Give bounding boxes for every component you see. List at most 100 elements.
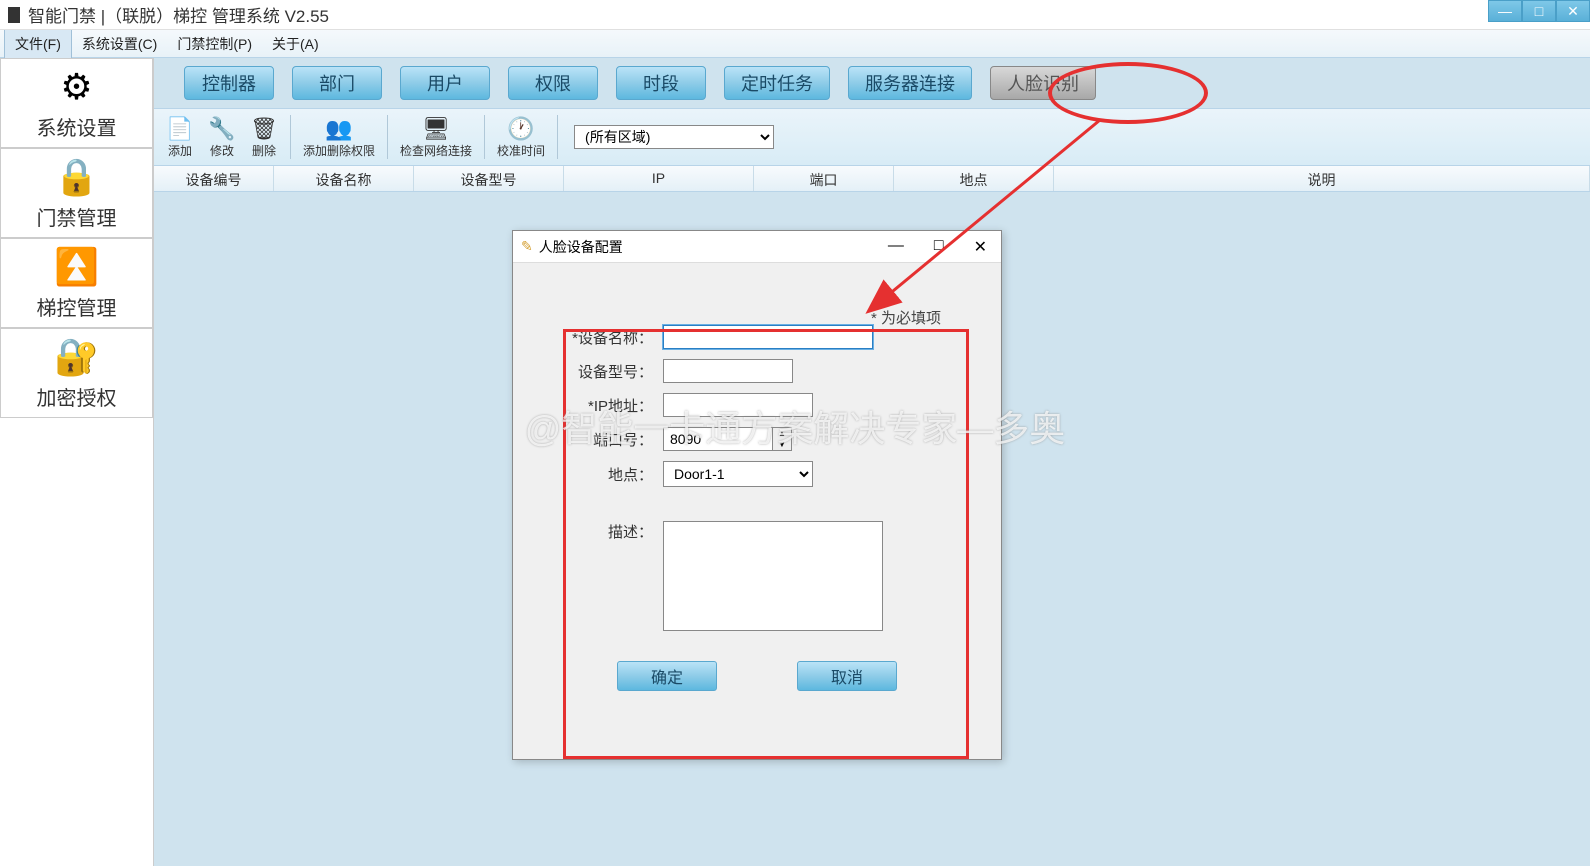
- app-icon: [8, 7, 20, 23]
- col-device-no[interactable]: 设备编号: [154, 166, 274, 191]
- sidebar-label: 门禁管理: [37, 202, 117, 231]
- delete-icon: 🗑: [250, 116, 278, 142]
- dialog-body: * 为必填项 *设备名称： 设备型号： *IP地址： 端口号： ▲ ▼: [513, 263, 1001, 711]
- toolbar: 📄 添加 🔧 修改 🗑 删除 👥 添加删除权限 🖥 检查网络连接: [154, 108, 1590, 166]
- window-controls: — □ ✕: [1488, 0, 1590, 22]
- monitor-icon: 🖥: [422, 116, 450, 142]
- input-device-model[interactable]: [663, 359, 793, 383]
- tab-scheduled[interactable]: 定时任务: [724, 66, 830, 100]
- menu-access-control[interactable]: 门禁控制(P): [167, 30, 262, 58]
- clock-icon: 🕐: [507, 116, 534, 142]
- tool-label: 添加: [168, 142, 192, 159]
- dialog-window-controls: — □ ✕: [882, 237, 993, 257]
- menu-about[interactable]: 关于(A): [262, 30, 329, 58]
- tool-check-net[interactable]: 🖥 检查网络连接: [394, 114, 478, 161]
- port-down[interactable]: ▼: [773, 439, 791, 450]
- tool-label: 删除: [252, 142, 276, 159]
- tool-label: 检查网络连接: [400, 142, 472, 159]
- dialog-maximize[interactable]: □: [928, 237, 950, 257]
- sidebar-label: 系统设置: [37, 112, 117, 141]
- port-up[interactable]: ▲: [773, 428, 791, 439]
- tool-edit[interactable]: 🔧 修改: [202, 114, 242, 161]
- tab-server[interactable]: 服务器连接: [848, 66, 972, 100]
- input-ip[interactable]: [663, 393, 813, 417]
- face-device-dialog: ✎ 人脸设备配置 — □ ✕ * 为必填项 *设备名称： 设备型号： *IP地址…: [512, 230, 1002, 760]
- col-ip[interactable]: IP: [564, 166, 754, 191]
- select-location[interactable]: Door1-1: [663, 461, 813, 487]
- tab-permission[interactable]: 权限: [508, 66, 598, 100]
- row-device-model: 设备型号：: [553, 359, 961, 383]
- elevator-icon: ⏫: [54, 246, 99, 288]
- label-desc: 描述：: [553, 521, 663, 542]
- tab-face-recognition[interactable]: 人脸识别: [990, 66, 1096, 100]
- col-device-model[interactable]: 设备型号: [414, 166, 564, 191]
- col-device-name[interactable]: 设备名称: [274, 166, 414, 191]
- add-icon: 📄: [166, 116, 193, 142]
- tool-label: 修改: [210, 142, 234, 159]
- minimize-button[interactable]: —: [1488, 0, 1522, 22]
- sidebar-license[interactable]: 🔐 加密授权: [0, 328, 153, 418]
- tool-add-del-perm[interactable]: 👥 添加删除权限: [297, 114, 381, 161]
- separator: [387, 115, 388, 159]
- label-port: 端口号：: [553, 429, 663, 450]
- tab-row: 控制器 部门 用户 权限 时段 定时任务 服务器连接 人脸识别: [154, 58, 1590, 108]
- tool-label: 添加删除权限: [303, 142, 375, 159]
- tab-user[interactable]: 用户: [400, 66, 490, 100]
- input-port[interactable]: [663, 427, 773, 451]
- label-device-name: *设备名称：: [553, 327, 663, 348]
- tool-add[interactable]: 📄 添加: [160, 114, 200, 161]
- edit-icon: 🔧: [208, 116, 235, 142]
- dialog-title: 人脸设备配置: [539, 237, 623, 257]
- sidebar-system-settings[interactable]: ⚙ 系统设置: [0, 58, 153, 148]
- dialog-titlebar[interactable]: ✎ 人脸设备配置 — □ ✕: [513, 231, 1001, 263]
- sidebar: ⚙ 系统设置 🔒 门禁管理 ⏫ 梯控管理 🔐 加密授权: [0, 58, 154, 866]
- tab-period[interactable]: 时段: [616, 66, 706, 100]
- tab-controller[interactable]: 控制器: [184, 66, 274, 100]
- separator: [557, 115, 558, 159]
- menu-system-settings[interactable]: 系统设置(C): [72, 30, 167, 58]
- app-title: 智能门禁 |（联脱）梯控 管理系统 V2.55: [28, 2, 329, 27]
- dialog-buttons: 确定 取消: [553, 661, 961, 691]
- title-bar: 智能门禁 |（联脱）梯控 管理系统 V2.55 — □ ✕: [0, 0, 1590, 30]
- row-location: 地点： Door1-1: [553, 461, 961, 487]
- sidebar-label: 加密授权: [37, 382, 117, 411]
- label-location: 地点：: [553, 464, 663, 485]
- ok-button[interactable]: 确定: [617, 661, 717, 691]
- input-device-name[interactable]: [663, 325, 873, 349]
- row-desc: 描述：: [553, 521, 961, 631]
- menu-file[interactable]: 文件(F): [4, 29, 72, 59]
- label-device-model: 设备型号：: [553, 361, 663, 382]
- dialog-close[interactable]: ✕: [968, 237, 993, 257]
- col-location[interactable]: 地点: [894, 166, 1054, 191]
- row-device-name: *设备名称：: [553, 325, 961, 349]
- sidebar-label: 梯控管理: [37, 292, 117, 321]
- tab-department[interactable]: 部门: [292, 66, 382, 100]
- separator: [484, 115, 485, 159]
- required-note: * 为必填项: [871, 307, 941, 328]
- port-spinner: ▲ ▼: [773, 427, 792, 451]
- textarea-desc[interactable]: [663, 521, 883, 631]
- label-ip: *IP地址：: [553, 395, 663, 416]
- sidebar-access-mgmt[interactable]: 🔒 门禁管理: [0, 148, 153, 238]
- lock-icon: 🔒: [54, 156, 99, 198]
- users-icon: 👥: [325, 116, 352, 142]
- sidebar-elevator-mgmt[interactable]: ⏫ 梯控管理: [0, 238, 153, 328]
- menu-bar: 文件(F) 系统设置(C) 门禁控制(P) 关于(A): [0, 30, 1590, 58]
- dialog-icon: ✎: [521, 238, 533, 255]
- dialog-minimize[interactable]: —: [882, 237, 910, 257]
- col-port[interactable]: 端口: [754, 166, 894, 191]
- tool-label: 校准时间: [497, 142, 545, 159]
- key-lock-icon: 🔐: [54, 336, 99, 378]
- tool-delete[interactable]: 🗑 删除: [244, 114, 284, 161]
- tool-sync-time[interactable]: 🕐 校准时间: [491, 114, 551, 161]
- row-port: 端口号： ▲ ▼: [553, 427, 961, 451]
- gear-icon: ⚙: [60, 66, 92, 108]
- separator: [290, 115, 291, 159]
- region-select[interactable]: (所有区域): [574, 125, 774, 149]
- close-button[interactable]: ✕: [1556, 0, 1590, 22]
- row-ip: *IP地址：: [553, 393, 961, 417]
- table-header: 设备编号 设备名称 设备型号 IP 端口 地点 说明: [154, 166, 1590, 192]
- cancel-button[interactable]: 取消: [797, 661, 897, 691]
- maximize-button[interactable]: □: [1522, 0, 1556, 22]
- col-desc[interactable]: 说明: [1054, 166, 1590, 191]
